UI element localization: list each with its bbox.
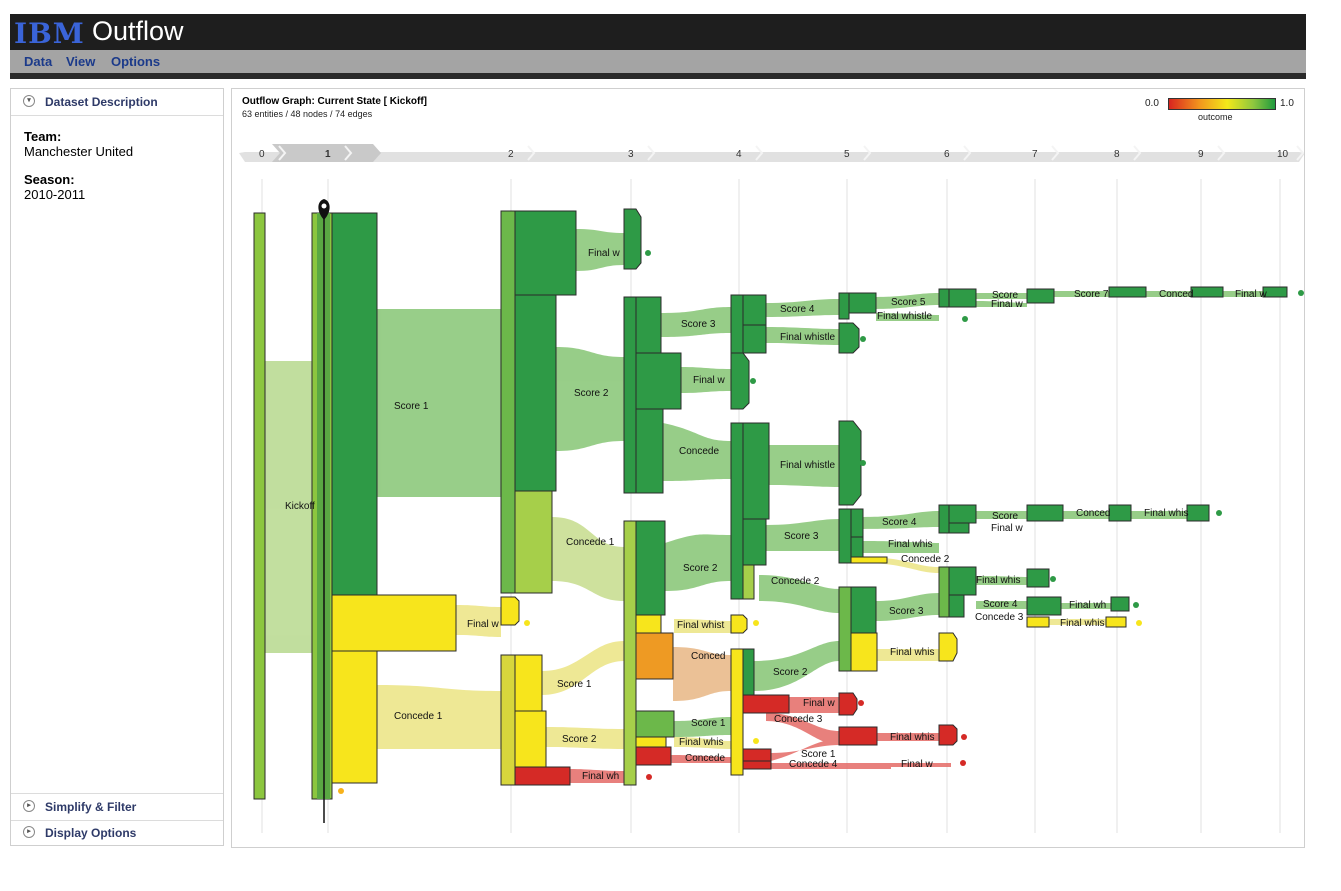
svg-text:Score 1: Score 1 — [557, 679, 592, 690]
season-label: Season: — [24, 172, 75, 187]
svg-text:Final w: Final w — [901, 759, 933, 770]
svg-text:Score 2: Score 2 — [683, 563, 718, 574]
sidebar: ▾ Dataset Description Team: Manchester U… — [10, 88, 224, 846]
svg-text:Score 7: Score 7 — [1074, 289, 1109, 300]
svg-text:Final whis: Final whis — [890, 732, 934, 743]
ibm-logo: IBM — [14, 17, 85, 50]
svg-text:Final whis: Final whis — [976, 575, 1020, 586]
menu-data[interactable]: Data — [24, 54, 52, 69]
step-label-4[interactable]: 4 — [736, 149, 742, 160]
svg-text:Concede 2: Concede 2 — [771, 576, 820, 587]
node-fw-1 — [331, 594, 457, 652]
svg-text:Score 4: Score 4 — [780, 304, 815, 315]
svg-text:Final w: Final w — [991, 299, 1023, 310]
outflow-graph[interactable]: 0 1 2 3 4 5 6 7 8 9 10 Kickoff Score 1 C… — [232, 141, 1304, 841]
svg-text:Concede 3: Concede 3 — [975, 612, 1024, 623]
team-value: Manchester United — [24, 144, 134, 159]
node-concede1 — [331, 650, 378, 784]
svg-text:Concede 2: Concede 2 — [901, 554, 950, 565]
step-label-8[interactable]: 8 — [1114, 149, 1120, 160]
title-bar: IBM Outflow — [10, 14, 1306, 50]
team-info: Team: Manchester United — [24, 129, 133, 159]
step-label-6[interactable]: 6 — [944, 149, 950, 160]
graph-panel: Outflow Graph: Current State [ Kickoff] … — [231, 88, 1305, 848]
legend-label: outcome — [1198, 112, 1233, 122]
svg-text:Final wh: Final wh — [1069, 600, 1106, 611]
svg-text:Concede 3: Concede 3 — [774, 714, 823, 725]
step-label-10[interactable]: 10 — [1277, 149, 1289, 160]
svg-text:Score 2: Score 2 — [574, 388, 609, 399]
svg-text:Final whis: Final whis — [890, 647, 934, 658]
svg-text:Final whis: Final whis — [888, 539, 932, 550]
svg-text:Final whistle: Final whistle — [877, 311, 932, 322]
svg-text:Final whistle: Final whistle — [780, 332, 835, 343]
svg-text:Score 3: Score 3 — [889, 606, 924, 617]
svg-text:Concede: Concede — [685, 753, 725, 764]
step-label-7[interactable]: 7 — [1032, 149, 1038, 160]
display-options-header[interactable]: ▸ Display Options — [11, 820, 223, 846]
node-start — [253, 212, 266, 800]
label-score1: Score 1 — [394, 401, 429, 412]
season-value: 2010-2011 — [24, 187, 86, 202]
legend-min: 0.0 — [1145, 98, 1159, 109]
label-concede1: Concede 1 — [394, 711, 443, 722]
svg-text:Score 3: Score 3 — [681, 319, 716, 330]
svg-text:Final w: Final w — [1235, 289, 1267, 300]
collapse-icon: ▾ — [23, 95, 35, 107]
svg-text:Final whis: Final whis — [679, 737, 723, 748]
expand-icon: ▸ — [23, 800, 35, 812]
graph-title: Outflow Graph: Current State [ Kickoff] — [242, 96, 427, 107]
graph-subtitle: 63 entities / 48 nodes / 74 edges — [242, 109, 373, 119]
svg-text:Final whistle: Final whistle — [780, 460, 835, 471]
svg-text:Score 1: Score 1 — [691, 718, 726, 729]
svg-text:Final wh: Final wh — [582, 771, 619, 782]
svg-text:Score: Score — [992, 511, 1019, 522]
svg-text:Final whist: Final whist — [677, 620, 724, 631]
svg-text:Final w: Final w — [467, 619, 499, 630]
dataset-description-header[interactable]: ▾ Dataset Description — [11, 89, 223, 116]
svg-text:Final whis: Final whis — [1060, 618, 1104, 629]
svg-text:Final w: Final w — [693, 375, 725, 386]
step-label-2[interactable]: 2 — [508, 149, 514, 160]
step-label-1[interactable]: 1 — [325, 149, 331, 160]
svg-text:Final w: Final w — [588, 248, 620, 259]
svg-text:Conced: Conced — [1076, 508, 1110, 519]
menu-options[interactable]: Options — [111, 54, 160, 69]
svg-text:Score 2: Score 2 — [562, 734, 597, 745]
svg-text:Conced: Conced — [1159, 289, 1193, 300]
svg-text:Score 3: Score 3 — [784, 531, 819, 542]
svg-text:Conced: Conced — [691, 651, 725, 662]
svg-text:Score 2: Score 2 — [773, 667, 808, 678]
svg-text:Final whis: Final whis — [1144, 508, 1188, 519]
node-score1 — [331, 212, 378, 596]
step-label-9[interactable]: 9 — [1198, 149, 1204, 160]
team-label: Team: — [24, 129, 62, 144]
menu-bar: Data View Options — [10, 50, 1306, 79]
svg-text:Score 4: Score 4 — [983, 599, 1018, 610]
label-kickoff: Kickoff — [285, 501, 315, 512]
svg-text:Score 4: Score 4 — [882, 517, 917, 528]
svg-text:Concede 4: Concede 4 — [789, 759, 838, 770]
outcome-color-scale — [1168, 98, 1276, 110]
step-label-3[interactable]: 3 — [628, 149, 634, 160]
season-info: Season: 2010-2011 — [24, 172, 85, 202]
simplify-filter-header[interactable]: ▸ Simplify & Filter — [11, 793, 223, 821]
svg-text:Score 5: Score 5 — [891, 297, 926, 308]
step-label-0[interactable]: 0 — [259, 149, 265, 160]
step-timeline[interactable]: 0 1 2 3 4 5 6 7 8 9 10 — [239, 144, 1304, 162]
svg-text:Concede 1: Concede 1 — [566, 537, 615, 548]
svg-text:Final w: Final w — [991, 523, 1023, 534]
legend-max: 1.0 — [1280, 98, 1294, 109]
expand-icon: ▸ — [23, 826, 35, 838]
svg-text:Concede: Concede — [679, 446, 719, 457]
svg-text:Final w: Final w — [803, 698, 835, 709]
menu-view[interactable]: View — [66, 54, 95, 69]
app-title: Outflow — [92, 16, 184, 46]
step-label-5[interactable]: 5 — [844, 149, 850, 160]
